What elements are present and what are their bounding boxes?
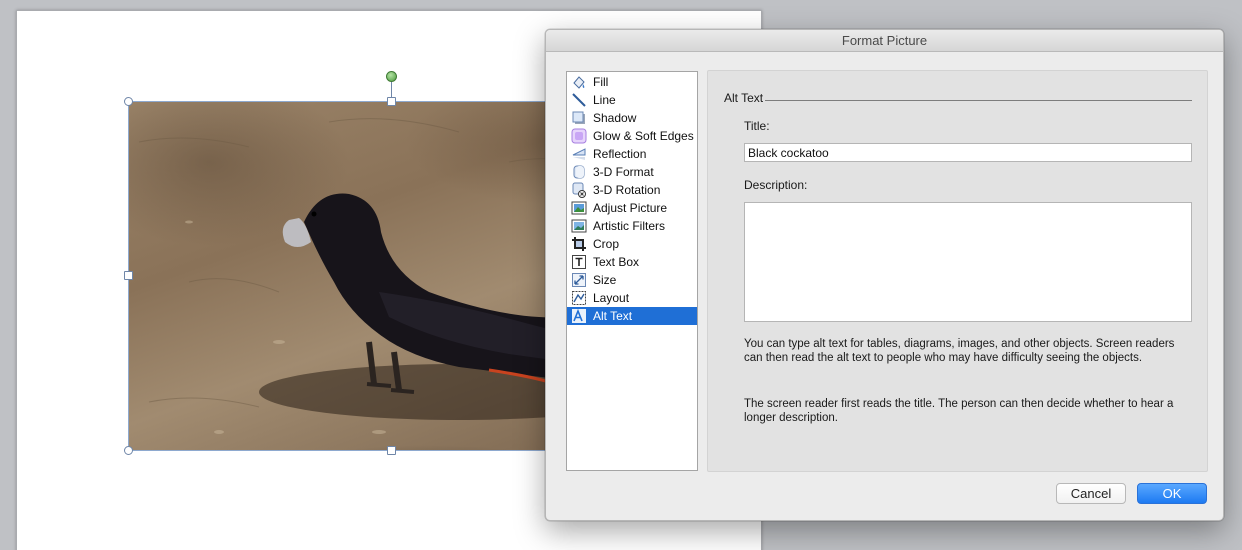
category-label: Layout (593, 291, 630, 305)
category-size[interactable]: Size (567, 271, 697, 289)
category-text-box[interactable]: Text Box (567, 253, 697, 271)
3d-format-icon (571, 164, 587, 180)
text-box-icon (571, 254, 587, 270)
category-line[interactable]: Line (567, 91, 697, 109)
category-label: Alt Text (593, 309, 633, 323)
category-label: Fill (593, 75, 609, 89)
category-3d-rotation[interactable]: 3-D Rotation (567, 181, 697, 199)
resize-handle-bottom-left[interactable] (124, 446, 133, 455)
category-label: Shadow (593, 111, 637, 125)
format-picture-dialog: Format Picture Fill Line Shadow Glow & S… (545, 29, 1224, 521)
resize-handle-top-left[interactable] (124, 97, 133, 106)
category-label: Artistic Filters (593, 219, 665, 233)
category-artistic-filters[interactable]: Artistic Filters (567, 217, 697, 235)
category-label: Adjust Picture (593, 201, 668, 215)
category-glow-soft-edges[interactable]: Glow & Soft Edges (567, 127, 697, 145)
fill-icon (571, 74, 587, 90)
category-reflection[interactable]: Reflection (567, 145, 697, 163)
category-label: Crop (593, 237, 620, 251)
alt-text-icon (571, 308, 587, 324)
help-text-alt: You can type alt text for tables, diagra… (744, 338, 1175, 364)
title-input[interactable] (744, 143, 1192, 162)
section-title: Alt Text (724, 91, 764, 105)
category-label: Line (593, 93, 616, 107)
category-3d-format[interactable]: 3-D Format (567, 163, 697, 181)
rotate-handle[interactable] (386, 71, 397, 82)
title-label: Title: (744, 119, 770, 133)
ok-button[interactable]: OK (1137, 483, 1207, 504)
category-label: Reflection (593, 147, 647, 161)
cancel-button[interactable]: Cancel (1056, 483, 1126, 504)
alt-text-section-header: Alt Text (724, 91, 1192, 105)
category-label: Text Box (593, 255, 640, 269)
layout-icon (571, 290, 587, 306)
help-text-screen-reader: The screen reader first reads the title.… (744, 398, 1174, 424)
crop-icon (571, 236, 587, 252)
section-divider (765, 100, 1192, 101)
category-label: 3-D Rotation (593, 183, 661, 197)
category-fill[interactable]: Fill (567, 73, 697, 91)
category-adjust-picture[interactable]: Adjust Picture (567, 199, 697, 217)
category-layout[interactable]: Layout (567, 289, 697, 307)
description-label: Description: (744, 178, 808, 192)
resize-handle-bottom[interactable] (387, 446, 396, 455)
artistic-filters-icon (571, 218, 587, 234)
category-label: Size (593, 273, 617, 287)
category-alt-text[interactable]: Alt Text (567, 307, 697, 325)
alt-text-panel: Alt Text Title: Description: You can typ… (707, 70, 1208, 472)
resize-handle-left[interactable] (124, 271, 133, 280)
size-icon (571, 272, 587, 288)
resize-handle-top[interactable] (387, 97, 396, 106)
description-textarea[interactable] (744, 202, 1192, 322)
reflection-icon (571, 146, 587, 162)
category-crop[interactable]: Crop (567, 235, 697, 253)
glow-icon (571, 128, 587, 144)
dialog-title: Format Picture (546, 30, 1223, 52)
category-shadow[interactable]: Shadow (567, 109, 697, 127)
adjust-picture-icon (571, 200, 587, 216)
shadow-icon (571, 110, 587, 126)
category-list: Fill Line Shadow Glow & Soft Edges Refle… (566, 71, 698, 471)
line-icon (571, 92, 587, 108)
category-label: Glow & Soft Edges (593, 129, 694, 143)
3d-rotation-icon (571, 182, 587, 198)
category-label: 3-D Format (593, 165, 654, 179)
